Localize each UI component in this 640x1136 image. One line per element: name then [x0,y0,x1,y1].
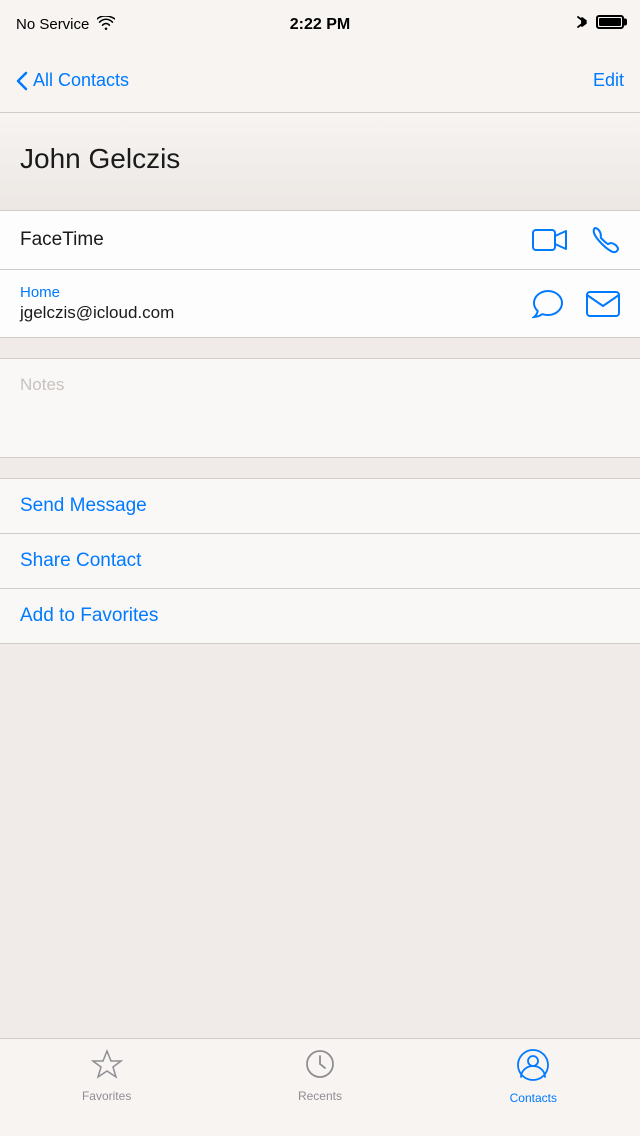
contacts-icon [517,1049,549,1086]
actions-section: Send Message Share Contact Add to Favori… [0,478,640,644]
favorites-icon [91,1049,123,1084]
back-label: All Contacts [33,70,129,91]
email-row[interactable]: Home jgelczis@icloud.com [0,270,640,337]
email-type-label: Home [20,284,532,301]
add-favorites-row[interactable]: Add to Favorites [0,589,640,644]
tab-recents[interactable]: Recents [214,1049,425,1103]
facetime-video-button[interactable] [532,226,568,254]
facetime-label: FaceTime [20,229,104,250]
notes-placeholder: Notes [20,375,64,394]
email-actions [532,289,620,319]
back-button[interactable]: All Contacts [16,70,129,91]
contact-header: John Gelczis [0,113,640,210]
status-bar: No Service 2:22 PM [0,0,640,49]
wifi-icon [97,16,115,34]
facetime-row[interactable]: FaceTime [0,211,640,269]
bluetooth-icon [576,13,588,36]
tab-favorites[interactable]: Favorites [1,1049,212,1103]
facetime-actions [532,225,620,255]
notes-section[interactable]: Notes [0,358,640,458]
recents-tab-label: Recents [298,1089,342,1103]
email-card: Home jgelczis@icloud.com [0,270,640,338]
facetime-card: FaceTime [0,210,640,270]
status-right [576,13,624,36]
mail-button[interactable] [586,291,620,317]
nav-bar: All Contacts Edit [0,49,640,113]
status-left: No Service [16,16,115,34]
add-favorites-label: Add to Favorites [20,605,158,626]
tab-bar: Favorites Recents Contacts [0,1038,640,1136]
time-display: 2:22 PM [290,16,350,34]
edit-button[interactable]: Edit [593,70,624,91]
favorites-tab-label: Favorites [82,1089,131,1103]
share-contact-label: Share Contact [20,550,141,571]
tab-contacts[interactable]: Contacts [428,1049,639,1105]
recents-icon [305,1049,335,1084]
contacts-tab-label: Contacts [510,1091,557,1105]
email-content: Home jgelczis@icloud.com [20,284,532,323]
carrier-text: No Service [16,16,89,33]
send-message-row[interactable]: Send Message [0,479,640,534]
battery-icon [596,15,624,34]
facetime-phone-button[interactable] [590,225,620,255]
send-message-label: Send Message [20,495,147,516]
contact-name: John Gelczis [20,143,180,175]
facetime-label-container: FaceTime [20,229,532,251]
email-address: jgelczis@icloud.com [20,303,532,323]
message-button[interactable] [532,289,564,319]
share-contact-row[interactable]: Share Contact [0,534,640,589]
